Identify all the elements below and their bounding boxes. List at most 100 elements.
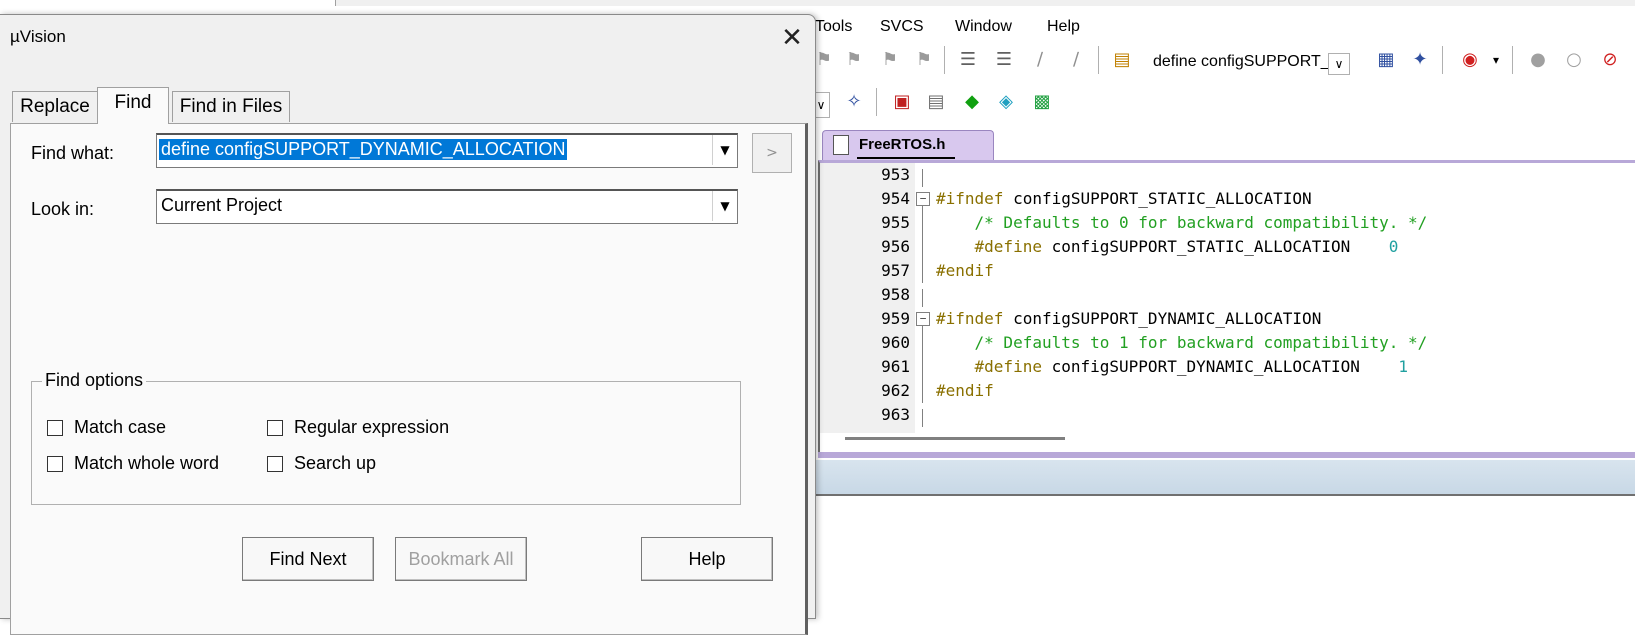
keyword-token: #define: [936, 357, 1042, 376]
match-whole-word-label: Match whole word: [74, 453, 220, 473]
find-in-files-icon[interactable]: ▤: [1110, 48, 1134, 72]
code-text: #ifndef configSUPPORT_STATIC_ALLOCATION: [936, 187, 1312, 211]
look-in-value: Current Project: [161, 195, 283, 215]
chevron-down-icon[interactable]: ∨: [1328, 53, 1350, 75]
horizontal-scrollbar[interactable]: [845, 437, 1065, 440]
comment-token: /* Defaults to 0 for backward compatibil…: [936, 213, 1428, 232]
find-what-combo[interactable]: define configSUPPORT_DYNAMIC_ALLOCATION …: [156, 133, 738, 168]
code-line[interactable]: 963: [820, 403, 1635, 427]
menu-tools[interactable]: Tools: [815, 18, 852, 36]
look-in-label: Look in:: [31, 199, 95, 219]
code-line[interactable]: 953: [820, 163, 1635, 187]
chevron-down-icon[interactable]: ▼: [712, 135, 737, 165]
tab-replace[interactable]: Replace: [12, 91, 98, 122]
line-number: 953: [881, 165, 910, 184]
tab-find-in-files[interactable]: Find in Files: [172, 91, 290, 122]
bookmark-all-button[interactable]: Bookmark All: [395, 537, 527, 581]
identifier-token: configSUPPORT_STATIC_ALLOCATION: [1003, 189, 1312, 208]
toolbar-separator: [876, 88, 877, 116]
menu-svcs[interactable]: SVCS: [880, 18, 924, 36]
checkbox-box[interactable]: [267, 420, 283, 436]
checkbox-box[interactable]: [267, 456, 283, 472]
file-icon: [833, 135, 849, 155]
menu-help[interactable]: Help: [1047, 18, 1080, 36]
code-line[interactable]: 954− #ifndef configSUPPORT_STATIC_ALLOCAT…: [820, 187, 1635, 211]
close-icon[interactable]: ✕: [775, 21, 809, 55]
toolbar-separator: [1512, 46, 1513, 74]
find-next-button[interactable]: Find Next: [242, 537, 374, 581]
look-in-combo[interactable]: Current Project ▼: [156, 189, 738, 224]
fold-toggle-icon[interactable]: −: [916, 192, 930, 206]
code-text: #define configSUPPORT_DYNAMIC_ALLOCATION…: [936, 355, 1409, 379]
code-line[interactable]: 960 /* Defaults to 1 for backward compat…: [820, 331, 1635, 355]
tab-find[interactable]: Find: [97, 87, 169, 124]
unindent-icon[interactable]: ☰: [992, 48, 1016, 72]
editor-bottom-border: [818, 452, 1635, 458]
number-token: 0: [1388, 237, 1399, 256]
checkbox-box[interactable]: [47, 456, 63, 472]
code-line[interactable]: 959− #ifndef configSUPPORT_DYNAMIC_ALLOCA…: [820, 307, 1635, 331]
search-up-label: Search up: [294, 453, 377, 473]
line-number: 956: [881, 237, 910, 256]
keyword-token: #endif: [936, 261, 994, 280]
line-number: 958: [881, 285, 910, 304]
debug-session-icon[interactable]: ◉: [1458, 48, 1482, 72]
keyword-token: #ifndef: [936, 309, 1004, 328]
identifier-token: configSUPPORT_STATIC_ALLOCATION: [1041, 237, 1389, 256]
line-number: 963: [881, 405, 910, 424]
line-number: 962: [881, 381, 910, 400]
code-editor[interactable]: 953 954− #ifndef configSUPPORT_STATIC_ALLO…: [818, 160, 1635, 455]
line-number: 957: [881, 261, 910, 280]
manage-components-icon[interactable]: ▣: [890, 90, 914, 114]
find-icon[interactable]: ▦: [1374, 48, 1398, 72]
toolbar-find-combo[interactable]: define configSUPPORT_D ∨: [1150, 50, 1350, 76]
regex-helper-button[interactable]: >: [752, 133, 792, 173]
find-what-input[interactable]: define configSUPPORT_DYNAMIC_ALLOCATION: [159, 139, 568, 160]
code-line[interactable]: 962 #endif: [820, 379, 1635, 403]
tab-freertos-h[interactable]: FreeRTOS.h: [822, 130, 994, 161]
bookmark-clear-icon[interactable]: ⚑: [912, 48, 936, 72]
code-line[interactable]: 961 #define configSUPPORT_DYNAMIC_ALLOCA…: [820, 355, 1635, 379]
indent-icon[interactable]: ☰: [956, 48, 980, 72]
select-packs-icon[interactable]: ◈: [994, 90, 1018, 114]
fold-toggle-icon[interactable]: −: [916, 312, 930, 326]
code-text: /* Defaults to 0 for backward compatibil…: [936, 211, 1428, 235]
find-options-group: Find options: [31, 370, 741, 505]
comment-token: /* Defaults to 1 for backward compatibil…: [936, 333, 1428, 352]
identifier-token: configSUPPORT_DYNAMIC_ALLOCATION: [1041, 357, 1399, 376]
breakpoint-disable-icon[interactable]: ○: [1562, 48, 1586, 72]
toolbar-find-combo-text: define configSUPPORT_D: [1153, 53, 1338, 70]
breakpoint-icon[interactable]: ●: [1526, 48, 1550, 72]
options-wand-icon[interactable]: ✧: [842, 90, 866, 114]
rte-icon[interactable]: ▩: [1030, 90, 1054, 114]
find-dialog: µVision ✕ Replace Find Find in Files Fin…: [0, 14, 816, 635]
match-case-label: Match case: [74, 417, 167, 437]
tab-underline: [857, 157, 955, 159]
line-number: 959: [881, 309, 910, 328]
layers-icon[interactable]: ▤: [924, 90, 948, 114]
menu-window[interactable]: Window: [955, 18, 1012, 36]
uncomment-icon[interactable]: ∕: [1064, 48, 1088, 72]
breakpoint-kill-icon[interactable]: ⊘: [1598, 48, 1622, 72]
code-line[interactable]: 955 /* Defaults to 0 for backward compat…: [820, 211, 1635, 235]
comment-icon[interactable]: ∕: [1028, 48, 1052, 72]
code-line[interactable]: 958: [820, 283, 1635, 307]
dialog-title: µVision: [10, 27, 66, 46]
checkbox-box[interactable]: [47, 420, 63, 436]
help-button[interactable]: Help: [641, 537, 773, 581]
code-line[interactable]: 957 #endif: [820, 259, 1635, 283]
chevron-down-icon[interactable]: ▾: [1484, 48, 1508, 72]
toolbar-separator: [1442, 46, 1443, 74]
tab-label: FreeRTOS.h: [859, 136, 946, 153]
find-what-label: Find what:: [31, 143, 115, 163]
keyword-token: #ifndef: [936, 189, 1004, 208]
pack-installer-icon[interactable]: ◆: [960, 90, 984, 114]
incremental-find-icon[interactable]: ✦: [1408, 48, 1432, 72]
bookmark-next-icon[interactable]: ⚑: [878, 48, 902, 72]
code-text: #ifndef configSUPPORT_DYNAMIC_ALLOCATION: [936, 307, 1321, 331]
code-line[interactable]: 956 #define configSUPPORT_STATIC_ALLOCAT…: [820, 235, 1635, 259]
chevron-down-icon[interactable]: ▼: [712, 191, 737, 221]
bookmark-prev-icon[interactable]: ⚑: [842, 48, 866, 72]
keyword-token: #define: [936, 237, 1042, 256]
code-text: /* Defaults to 1 for backward compatibil…: [936, 331, 1428, 355]
